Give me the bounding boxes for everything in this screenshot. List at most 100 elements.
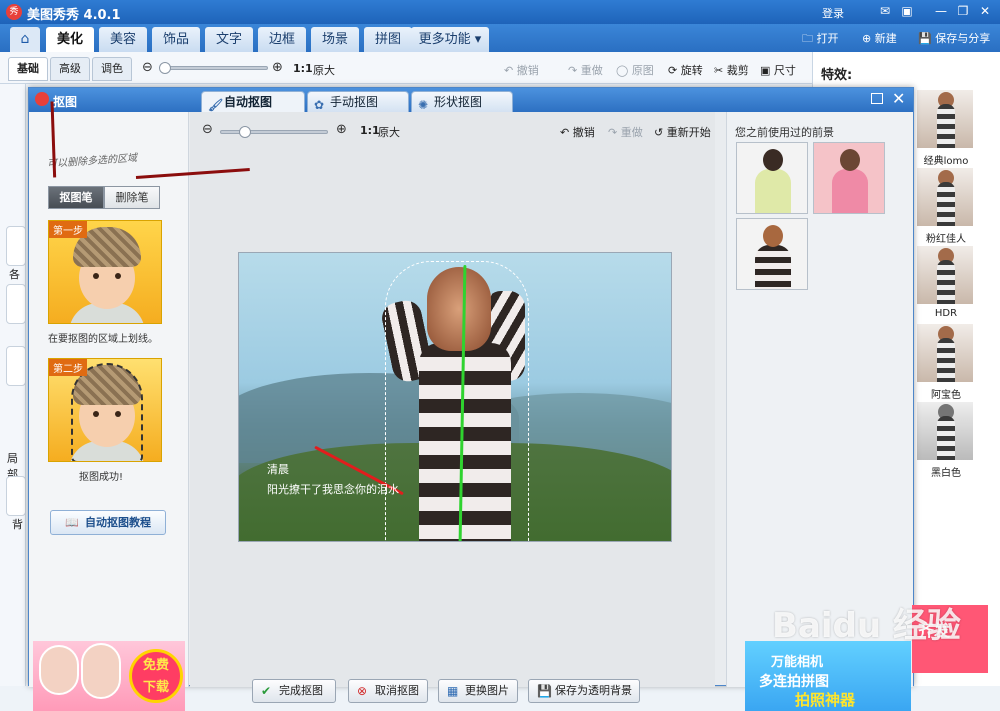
left-tool-item[interactable] <box>6 284 26 324</box>
canvas-zoom-slider[interactable] <box>220 126 328 138</box>
app-title: 美图秀秀 4.0.1 <box>27 8 121 23</box>
tab-auto-cutout[interactable]: 🖌 自动抠图 <box>201 91 305 113</box>
main-tab-bar: ⌂ 美化 美容 饰品 文字 边框 场景 拼图 更多功能 ▾ 🗀 打开 ⊕ 新建 … <box>0 24 1000 52</box>
canvas-original-size[interactable]: 原大 <box>378 124 400 140</box>
effect-label: 黑白色 <box>931 468 961 479</box>
canvas-undo-button[interactable]: ↶ 撤销 <box>560 124 595 140</box>
maximize-icon[interactable]: ❐ <box>954 3 972 19</box>
restart-label: 重新开始 <box>666 126 711 139</box>
left-tool-item[interactable] <box>6 226 26 266</box>
recent-foreground-item[interactable] <box>736 218 808 290</box>
zoom-out-icon[interactable]: ⊖ <box>202 122 213 137</box>
effect-lomo[interactable]: 经典lomo <box>917 90 977 167</box>
rotate-button[interactable]: ⟳ 旋转 <box>668 62 703 78</box>
zoom-in-icon[interactable]: ⊕ <box>336 122 347 137</box>
cancel-cutout-button[interactable]: ⊗ 取消抠图 <box>348 679 428 703</box>
foreground-figure <box>755 169 791 213</box>
ad-right-line1: 万能相机 <box>771 655 824 670</box>
effects-title: 特效: <box>821 68 853 83</box>
free-download-badge[interactable]: 免费 下载 <box>129 649 183 703</box>
tutorial-button[interactable]: 📖 自动抠图教程 <box>50 510 166 535</box>
tab-manual-cutout[interactable]: ✿ 手动抠图 <box>307 91 409 113</box>
left-panel-label: 背 <box>12 518 23 531</box>
minimize-icon[interactable]: — <box>932 3 950 19</box>
crop-label: 裁剪 <box>726 64 749 77</box>
effect-bw[interactable]: 黑白色 <box>917 402 977 479</box>
zoom-ratio[interactable]: 1:1 <box>293 62 313 75</box>
tab-collage[interactable]: 拼图 <box>364 27 412 52</box>
login-link[interactable]: 登录 <box>822 5 844 21</box>
subtab-color[interactable]: 调色 <box>92 57 132 81</box>
book-icon: 📖 <box>65 516 79 529</box>
right-ad-banner[interactable]: 万能相机 多连拍拼图 拍照神器 <box>745 641 911 711</box>
undo-button[interactable]: ↶ 撤销 <box>504 62 539 78</box>
hint-text: 可以删除多选的区域 <box>46 152 138 171</box>
left-tool-panel: 各 局部 背 <box>0 84 26 686</box>
effect-thumb <box>917 90 973 148</box>
size-button[interactable]: ▣ 尺寸 <box>760 62 796 78</box>
dialog-close-icon[interactable]: ✕ <box>892 89 905 108</box>
tab-text[interactable]: 文字 <box>205 27 253 52</box>
redo-button[interactable]: ↷ 重做 <box>568 62 603 78</box>
canvas-zoom-ratio[interactable]: 1:1 <box>360 124 380 137</box>
ad-right-line2: 多连拍拼图 <box>759 674 829 690</box>
tab-beauty[interactable]: 美容 <box>99 27 147 52</box>
effect-pink[interactable]: 粉红佳人 <box>917 168 977 245</box>
photo-caption-line1: 清晨 <box>267 463 289 476</box>
tab-shape-cutout[interactable]: ✺ 形状抠图 <box>411 91 513 113</box>
original-button[interactable]: ◯ 原图 <box>616 62 654 78</box>
effect-thumb <box>917 324 973 382</box>
baby-eye <box>115 273 121 279</box>
tab-beautify[interactable]: 美化 <box>46 27 94 52</box>
left-tool-item[interactable] <box>6 346 26 386</box>
canvas-redo-button[interactable]: ↷ 重做 <box>608 124 643 140</box>
zoom-slider[interactable] <box>159 62 268 74</box>
new-button[interactable]: ⊕ 新建 <box>862 30 897 46</box>
subtab-basic[interactable]: 基础 <box>8 57 48 81</box>
delete-brush-button[interactable]: 删除笔 <box>104 186 160 209</box>
canvas-redo-label: 重做 <box>620 126 643 139</box>
keep-brush-button[interactable]: 抠图笔 <box>48 186 104 209</box>
foreground-figure <box>832 169 868 213</box>
change-image-button[interactable]: ▦ 更换图片 <box>438 679 518 703</box>
photo-canvas[interactable]: 清晨 阳光撩干了我思念你的泪水 <box>238 252 672 542</box>
tab-more-functions[interactable]: 更多功能 ▾ <box>411 27 489 52</box>
effect-label: 粉红佳人 <box>926 234 966 245</box>
open-button[interactable]: 🗀 打开 <box>802 30 839 49</box>
baby-eye <box>93 273 99 279</box>
zoom-in-icon[interactable]: ⊕ <box>272 60 283 75</box>
original-size-button[interactable]: 原大 <box>313 62 335 78</box>
size-label: 尺寸 <box>773 64 796 77</box>
zoom-slider-knob[interactable] <box>159 62 171 74</box>
tab-accessories[interactable]: 饰品 <box>152 27 200 52</box>
crop-button[interactable]: ✂ 裁剪 <box>714 62 749 78</box>
recent-foreground-item[interactable] <box>813 142 885 214</box>
subtab-advanced[interactable]: 高级 <box>50 57 90 81</box>
tab-scene[interactable]: 场景 <box>311 27 359 52</box>
canvas-zoom-knob[interactable] <box>239 126 251 138</box>
close-icon[interactable]: ✕ <box>976 3 994 19</box>
tab-manual-cutout-label: 手动抠图 <box>330 95 379 109</box>
cutout-outline <box>71 363 143 461</box>
left-ad-banner[interactable]: 免费 下载 <box>33 641 185 711</box>
zoom-out-icon[interactable]: ⊖ <box>142 60 153 75</box>
left-tool-item[interactable] <box>6 476 26 516</box>
restart-button[interactable]: ↺ 重新开始 <box>654 124 711 140</box>
finish-cutout-button[interactable]: ✔ 完成抠图 <box>252 679 336 703</box>
effect-abao[interactable]: 阿宝色 <box>917 324 977 401</box>
message-icon[interactable]: ✉ <box>876 3 894 19</box>
recent-foreground-item[interactable] <box>736 142 808 214</box>
save-transparent-button[interactable]: 💾 保存为透明背景 <box>528 679 640 703</box>
settings-icon[interactable]: ▣ <box>898 3 916 19</box>
tab-frame[interactable]: 边框 <box>258 27 306 52</box>
foreground-figure <box>755 245 791 289</box>
save-share-label: 保存与分享 <box>935 32 991 45</box>
save-share-button[interactable]: 💾 保存与分享 <box>918 30 990 46</box>
open-label: 打开 <box>816 32 839 45</box>
home-icon[interactable]: ⌂ <box>10 27 40 52</box>
effect-hdr[interactable]: HDR <box>917 246 977 319</box>
badge-line2: 下载 <box>142 680 169 695</box>
recent-foregrounds-title: 您之前使用过的前景 <box>735 126 834 139</box>
image-icon: ▦ <box>447 684 459 698</box>
dialog-maximize-icon[interactable] <box>871 93 883 104</box>
